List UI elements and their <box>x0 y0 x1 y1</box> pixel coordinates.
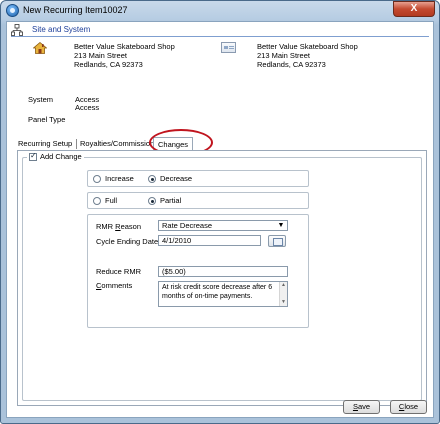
rmr-reason-select[interactable]: Rate Decrease ▼ <box>158 220 288 231</box>
direction-group: Increase Decrease <box>87 170 309 187</box>
partial-label: Partial <box>160 196 182 205</box>
system-label: System <box>28 95 54 104</box>
site-system-icon <box>11 24 23 36</box>
full-radio[interactable] <box>93 197 101 205</box>
billing-address: Better Value Skateboard Shop 213 Main St… <box>257 42 358 69</box>
decrease-radio[interactable] <box>148 175 156 183</box>
add-change-legend: Add Change <box>27 151 84 162</box>
comments-textarea[interactable]: At risk credit score decrease after 6 mo… <box>158 281 288 307</box>
scroll-down-icon[interactable]: ▼ <box>280 299 287 306</box>
app-window: New Recurring Item10027 X Site and Syste… <box>0 0 440 424</box>
add-change-label: Add Change <box>40 152 82 161</box>
panel-type-label: Panel Type <box>28 115 66 124</box>
comments-scrollbar[interactable]: ▲ ▼ <box>279 282 287 306</box>
partial-radio[interactable] <box>148 197 156 205</box>
billing-address-line2: 213 Main Street <box>257 51 310 60</box>
save-button[interactable]: Save <box>343 400 380 414</box>
calendar-icon[interactable] <box>268 235 286 247</box>
section-title: Site and System <box>32 25 91 34</box>
billing-address-line3: Redlands, CA 92373 <box>257 60 326 69</box>
comments-label-rest: omments <box>101 281 133 290</box>
comments-label: Comments <box>96 281 132 290</box>
changes-panel: Add Change Increase Decrease Full Partia… <box>17 150 427 406</box>
change-details-group: RMR Reason Rate Decrease ▼ Cycle Ending … <box>87 214 309 328</box>
site-address: Better Value Skateboard Shop 213 Main St… <box>74 42 175 69</box>
window-title: New Recurring Item10027 <box>23 5 128 15</box>
rmr-reason-label: RMR Reason <box>96 222 141 231</box>
rmr-reason-value: Rate Decrease <box>162 221 213 230</box>
app-icon <box>6 4 19 17</box>
title-bar[interactable]: New Recurring Item10027 X <box>1 1 439 21</box>
save-button-rest: ave <box>357 402 371 411</box>
increase-radio[interactable] <box>93 175 101 183</box>
add-change-group: Add Change Increase Decrease Full Partia… <box>22 151 422 401</box>
close-button-rest: lose <box>404 402 419 411</box>
chevron-down-icon[interactable]: ▼ <box>276 222 286 229</box>
cycle-ending-date-label: Cycle Ending Date <box>96 237 159 246</box>
reduce-rmr-field[interactable]: ($5.00) <box>158 266 288 277</box>
billing-card-icon <box>221 42 236 53</box>
rmr-reason-label-rest: eason <box>120 222 142 231</box>
reduce-rmr-label: Reduce RMR <box>96 267 142 276</box>
full-label: Full <box>105 196 118 205</box>
cycle-ending-date-field[interactable]: 4/1/2010 <box>158 235 261 246</box>
section-divider <box>11 36 429 37</box>
system-value-2: Access <box>75 103 100 112</box>
rmr-reason-label-prefix: RMR <box>96 222 116 231</box>
comments-text: At risk credit score decrease after 6 mo… <box>162 284 273 300</box>
tab-separator <box>76 139 77 149</box>
site-address-line2: 213 Main Street <box>74 51 127 60</box>
tab-royalties-commissions[interactable]: Royalties/Commissions <box>80 137 158 151</box>
house-icon <box>33 42 47 54</box>
close-window-button[interactable]: X <box>393 1 435 17</box>
decrease-label: Decrease <box>160 174 193 183</box>
dialog-body: Site and System Better Value Skateboard … <box>6 21 434 418</box>
tab-recurring-setup[interactable]: Recurring Setup <box>18 137 72 151</box>
scroll-up-icon[interactable]: ▲ <box>280 282 287 289</box>
site-address-line3: Redlands, CA 92373 <box>74 60 143 69</box>
site-address-line1: Better Value Skateboard Shop <box>74 42 175 51</box>
close-button[interactable]: Close <box>390 400 427 414</box>
scope-group: Full Partial <box>87 192 309 209</box>
increase-label: Increase <box>105 174 134 183</box>
add-change-checkbox[interactable] <box>29 151 37 162</box>
billing-address-line1: Better Value Skateboard Shop <box>257 42 358 51</box>
